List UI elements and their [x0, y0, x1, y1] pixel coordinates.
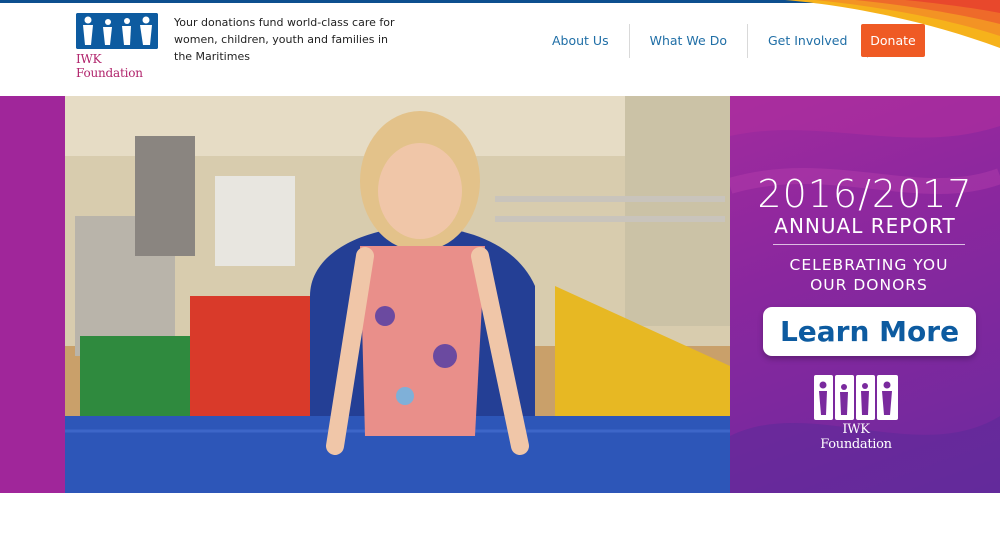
hero-photo: [65, 96, 730, 493]
panel-iwk-logo: IWK Foundation: [814, 375, 898, 452]
panel-logo-text: IWK Foundation: [820, 422, 892, 452]
nav-get-involved[interactable]: Get Involved: [748, 24, 869, 58]
celebrate-line-2: OUR DONORS: [810, 276, 928, 294]
report-label: ANNUAL REPORT: [774, 214, 956, 238]
nav-what-we-do[interactable]: What We Do: [630, 24, 748, 58]
iwk-figures-icon: [814, 375, 898, 420]
header-tagline: Your donations fund world-class care for…: [174, 16, 395, 63]
iwk-logo[interactable]: IWK Foundation: [76, 13, 158, 80]
iwk-logo-figures-icon: [76, 13, 158, 49]
child-on-gym-mat-image: [65, 96, 730, 493]
celebrate-text: CELEBRATING YOU OUR DONORS: [730, 255, 1000, 295]
annual-report-panel: 2016/2017 ANNUAL REPORT CELEBRATING YOU …: [730, 96, 1000, 493]
logo-text: IWK Foundation: [76, 52, 143, 80]
panel-divider: [773, 244, 965, 245]
celebrate-line-1: CELEBRATING YOU: [789, 256, 949, 274]
learn-more-button[interactable]: Learn More: [763, 307, 976, 356]
donate-button[interactable]: Donate: [861, 24, 925, 57]
hero-banner: 2016/2017 ANNUAL REPORT CELEBRATING YOU …: [0, 96, 1000, 493]
nav-about-us[interactable]: About Us: [532, 24, 630, 58]
report-year: 2016/2017: [757, 172, 973, 216]
main-nav: About Us What We Do Get Involved: [532, 24, 869, 58]
